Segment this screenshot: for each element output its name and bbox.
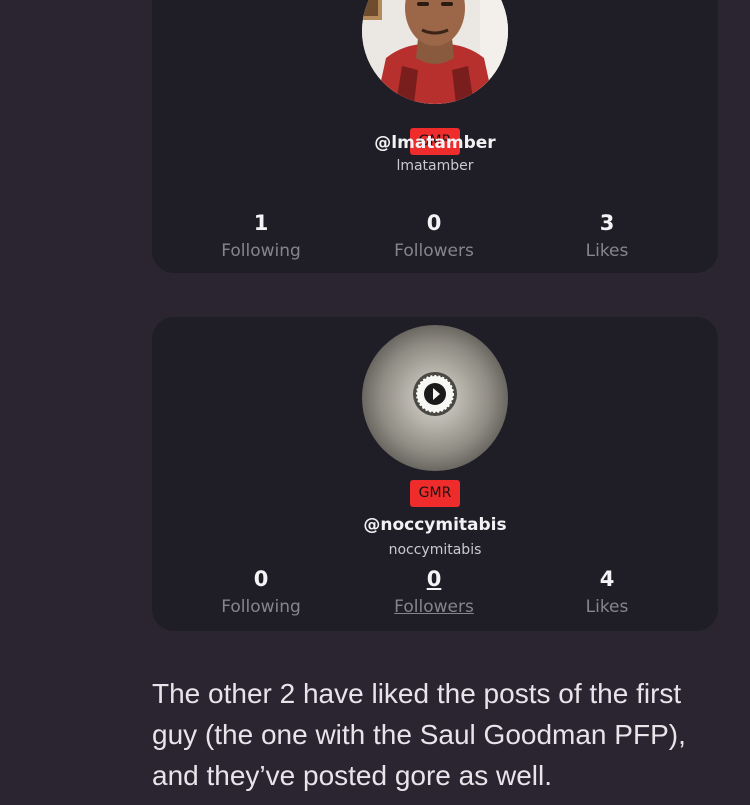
- profile-username: lmatamber: [396, 158, 474, 174]
- stat-following[interactable]: 0 Following: [186, 566, 336, 618]
- stat-followers[interactable]: 0 Followers: [359, 210, 509, 262]
- role-badge: GMR: [410, 480, 460, 507]
- stat-followers-link[interactable]: 0 Followers: [359, 566, 509, 618]
- stat-likes: 3 Likes: [532, 210, 682, 262]
- profile-card: GMR @lmatamber lmatamber 1 Following 0 F…: [152, 0, 718, 273]
- followers-label: Followers: [394, 241, 474, 261]
- following-label: Following: [221, 241, 301, 261]
- profile-handle[interactable]: @lmatamber: [152, 133, 718, 153]
- stat-likes: 4 Likes: [532, 566, 682, 618]
- page: GMR @lmatamber lmatamber 1 Following 0 F…: [0, 0, 750, 805]
- profile-username: noccymitabis: [388, 542, 482, 558]
- followers-label: Followers: [394, 597, 474, 617]
- followers-count: 0: [426, 567, 442, 591]
- profile-card: GMR @noccymitabis noccymitabis 0 Followi…: [152, 317, 718, 631]
- likes-count: 4: [599, 567, 615, 591]
- likes-count: 3: [599, 211, 615, 235]
- avatar[interactable]: [362, 325, 508, 471]
- following-label: Following: [221, 597, 301, 617]
- avatar-photo: [362, 325, 508, 471]
- likes-label: Likes: [585, 597, 629, 617]
- profile-handle[interactable]: @noccymitabis: [152, 515, 718, 535]
- avatar-photo: [362, 0, 508, 104]
- avatar[interactable]: [362, 0, 508, 104]
- stat-following[interactable]: 1 Following: [186, 210, 336, 262]
- following-count: 1: [253, 211, 269, 235]
- followers-count: 0: [426, 211, 442, 235]
- likes-label: Likes: [585, 241, 629, 261]
- following-count: 0: [253, 567, 269, 591]
- body-paragraph: The other 2 have liked the posts of the …: [152, 678, 686, 791]
